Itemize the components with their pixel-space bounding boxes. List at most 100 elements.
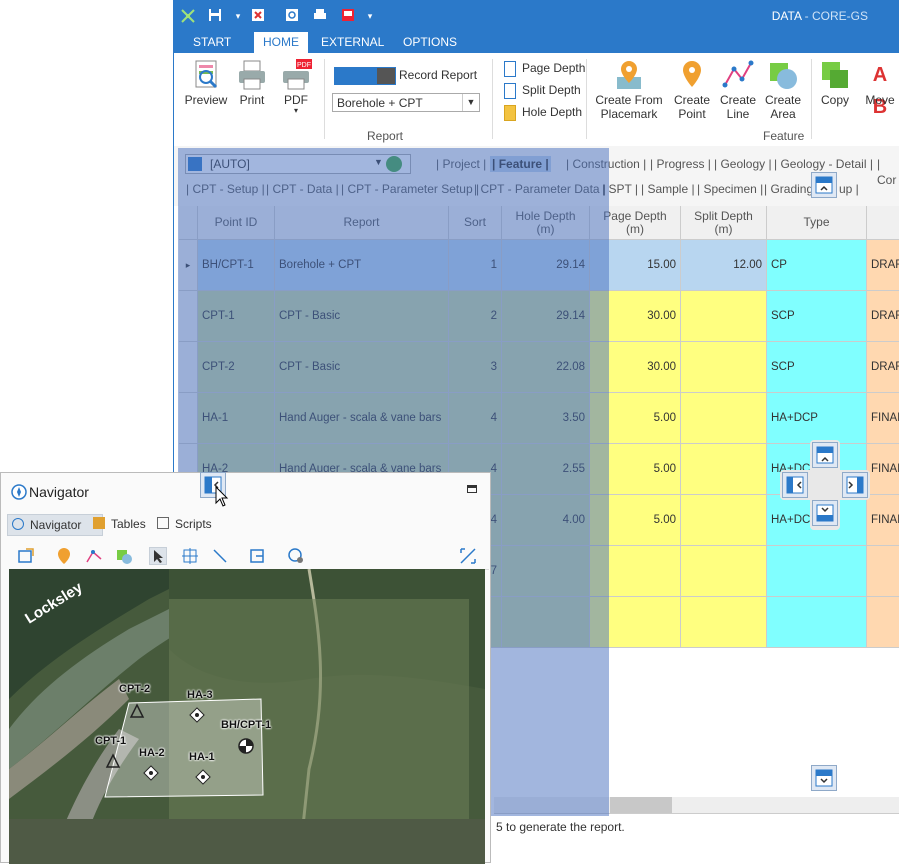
page-depth-icon <box>504 60 516 77</box>
window-title: DATA - CORE-GS <box>771 9 868 23</box>
globe-settings-icon[interactable] <box>287 547 305 565</box>
customize-quick-access-icon[interactable]: ▾ <box>362 8 378 24</box>
navigator-panel[interactable]: Navigator Navigator Tables Scripts Locks… <box>0 472 491 864</box>
pdf-button[interactable]: PDF PDF ▾ <box>274 59 318 115</box>
save-icon[interactable] <box>207 8 223 24</box>
report-select[interactable]: Borehole + CPT ▼ <box>332 93 480 112</box>
table-cell-split[interactable] <box>681 546 767 597</box>
map-view[interactable]: Locksley CPT-2 HA-3 BH/CPT-1 CPT-1 HA-2 … <box>9 569 485 864</box>
hand-auger-marker-icon[interactable] <box>189 707 205 723</box>
table-cell-type[interactable]: SCP <box>767 291 867 342</box>
line-icon <box>722 59 754 91</box>
maximize-icon[interactable] <box>467 485 477 493</box>
tab-options[interactable]: OPTIONS <box>394 32 466 53</box>
column-header-status[interactable] <box>867 206 899 240</box>
table-cell-type[interactable]: SCP <box>767 342 867 393</box>
title-bar: ▾ ▾ DATA - CORE-GS <box>174 0 899 32</box>
table-cell-status[interactable]: DRAFT <box>867 240 899 291</box>
table-cell-status[interactable]: FINAL <box>867 393 899 444</box>
split-depth-button[interactable]: Split Depth <box>504 80 581 100</box>
table-cell-split[interactable] <box>681 291 767 342</box>
dock-center-right-guide[interactable] <box>842 472 868 498</box>
column-header-type[interactable]: Type <box>767 206 867 240</box>
record-report-color[interactable] <box>334 67 396 85</box>
copy-button[interactable]: Copy <box>814 59 856 107</box>
move-button[interactable]: A B Move <box>858 59 899 118</box>
table-cell-type[interactable] <box>767 597 867 648</box>
zoom-extents-icon[interactable] <box>459 547 477 565</box>
line-icon[interactable] <box>85 547 103 565</box>
layer-export-icon[interactable] <box>249 547 267 565</box>
area-icon[interactable] <box>115 547 133 565</box>
dock-top-guide[interactable] <box>811 172 837 198</box>
close-file-icon[interactable] <box>250 8 266 24</box>
print-button[interactable]: Print <box>230 59 274 107</box>
link-geology[interactable]: | Geology | <box>714 156 772 172</box>
link-progress[interactable]: | Progress | <box>650 156 711 172</box>
hand-auger-marker-icon[interactable] <box>195 769 211 785</box>
table-cell-status[interactable] <box>867 546 899 597</box>
table-cell-type[interactable]: HA+DCP <box>767 393 867 444</box>
pdf-icon[interactable] <box>340 8 356 24</box>
preview-button[interactable]: Preview <box>182 59 230 107</box>
table-cell-split[interactable] <box>681 342 767 393</box>
save-dropdown-icon[interactable]: ▾ <box>230 8 246 24</box>
record-report-label[interactable]: Record Report <box>399 68 477 82</box>
dock-center-left-guide[interactable] <box>782 472 808 498</box>
link-specimen[interactable]: | Specimen | <box>697 181 763 197</box>
tab-tables[interactable]: Tables <box>89 514 146 534</box>
table-cell-status[interactable]: DRAFT <box>867 291 899 342</box>
ribbon: Preview Print PDF PDF ▾ Record Report Bor… <box>174 53 899 147</box>
select-pointer-icon[interactable] <box>149 547 167 565</box>
table-cell-type[interactable]: CP <box>767 240 867 291</box>
table-cell-split[interactable] <box>681 495 767 546</box>
separator <box>811 59 812 139</box>
create-point-button[interactable]: Create Point <box>670 59 714 121</box>
cpt-marker-icon[interactable] <box>105 753 121 769</box>
hole-depth-button[interactable]: Hole Depth <box>504 102 582 122</box>
link-cor[interactable]: | Cor <box>877 156 899 187</box>
compass-icon <box>12 518 24 530</box>
create-from-placemark-button[interactable]: Create From Placemark <box>594 59 664 121</box>
borehole-marker-icon[interactable] <box>237 737 255 755</box>
hand-auger-marker-icon[interactable] <box>143 765 159 781</box>
preview-icon[interactable] <box>284 8 300 24</box>
table-cell-status[interactable]: DRAFT <box>867 342 899 393</box>
cpt-marker-icon[interactable] <box>129 703 145 719</box>
placemark-icon <box>613 59 645 91</box>
table-cell-split[interactable] <box>681 597 767 648</box>
create-line-button[interactable]: Create Line <box>716 59 760 121</box>
point-marker-icon <box>676 59 708 91</box>
link-sample[interactable]: | Sample | <box>641 181 695 197</box>
tab-scripts[interactable]: Scripts <box>153 514 212 534</box>
point-marker-icon[interactable] <box>55 547 73 565</box>
group-label-report: Report <box>367 129 404 143</box>
dock-center-top-guide[interactable] <box>812 442 838 468</box>
measure-icon[interactable] <box>211 547 229 565</box>
tab-start[interactable]: START <box>184 32 240 53</box>
preview-icon <box>190 59 222 91</box>
export-map-icon[interactable] <box>17 547 35 565</box>
print-icon[interactable] <box>312 8 328 24</box>
chevron-down-icon[interactable]: ▼ <box>462 94 479 111</box>
dock-bottom-guide[interactable] <box>811 765 837 791</box>
column-header-split-depth[interactable]: Split Depth (m) <box>681 206 767 240</box>
tab-home[interactable]: HOME <box>254 32 308 53</box>
scrollbar-thumb[interactable] <box>610 797 672 813</box>
table-cell-split[interactable] <box>681 444 767 495</box>
link-geology-detail[interactable]: | Geology - Detail | <box>774 156 873 172</box>
table-cell-type[interactable] <box>767 546 867 597</box>
link-grading[interactable]: | Grading <box>764 181 813 197</box>
dock-center-bottom-guide[interactable] <box>812 500 838 526</box>
link-grading-group[interactable]: up | <box>839 181 859 197</box>
create-area-button[interactable]: Create Area <box>761 59 805 121</box>
table-cell-status[interactable]: FINAL <box>867 495 899 546</box>
table-cell-split[interactable] <box>681 393 767 444</box>
table-cell-status[interactable]: FINAL <box>867 444 899 495</box>
tab-external[interactable]: EXTERNAL <box>312 32 393 53</box>
table-cell-split[interactable]: 12.00 <box>681 240 767 291</box>
pan-icon[interactable] <box>181 547 199 565</box>
app-logo-icon[interactable] <box>180 8 196 24</box>
table-cell-status[interactable] <box>867 597 899 648</box>
page-depth-button[interactable]: Page Depth <box>504 58 585 78</box>
